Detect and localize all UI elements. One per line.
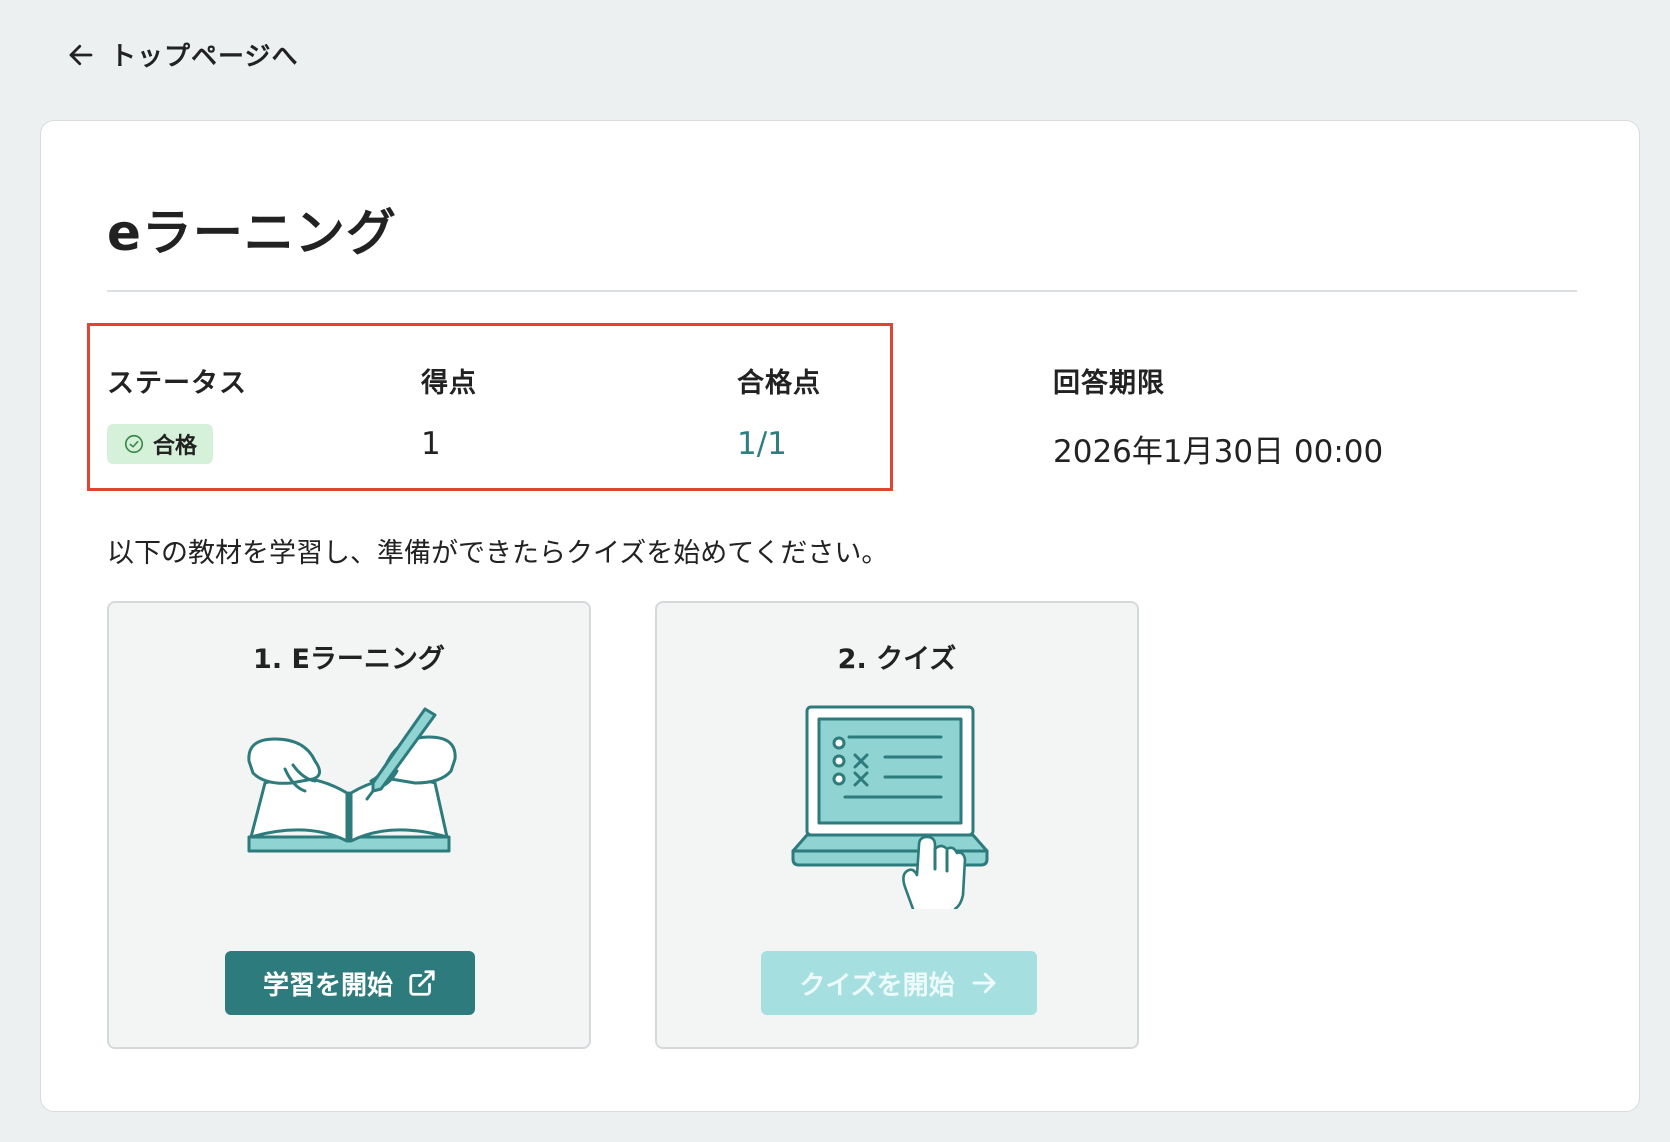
step-card-elearning: 1. Eラーニング 学習を開始 xyxy=(107,601,591,1049)
instruction-text: 以下の教材を学習し、準備ができたらクイズを始めてください。 xyxy=(107,538,889,569)
status-label: ステータス xyxy=(107,368,247,399)
check-circle-icon xyxy=(124,434,144,454)
start-learning-button[interactable]: 学習を開始 xyxy=(225,951,475,1015)
main-card: eラーニング ステータス 合格 得点 1 合格点 1/1 回答期限 2026年1… xyxy=(40,120,1640,1112)
score-value: 1 xyxy=(421,426,441,462)
start-learning-label: 学習を開始 xyxy=(262,970,393,1001)
deadline-column: 回答期限 2026年1月30日 00:00 xyxy=(1053,361,1383,471)
pass-mark-column: 合格点 1/1 xyxy=(737,361,821,462)
score-label: 得点 xyxy=(421,368,477,399)
external-link-icon xyxy=(409,970,435,996)
step-title-elearning: 1. Eラーニング xyxy=(253,644,445,675)
laptop-quiz-illustration xyxy=(657,699,1137,909)
start-quiz-button[interactable]: クイズを開始 xyxy=(761,951,1037,1015)
arrow-left-icon xyxy=(69,44,93,65)
back-to-top-link[interactable]: トップページへ xyxy=(66,36,298,73)
step-title-quiz: 2. クイズ xyxy=(837,644,957,675)
pass-mark-value: 1/1 xyxy=(737,426,787,462)
book-illustration xyxy=(109,699,589,879)
page: トップページへ eラーニング ステータス 合格 得点 1 合格点 1/1 回答期… xyxy=(0,0,1670,1142)
score-column: 得点 1 xyxy=(421,361,477,462)
arrow-right-icon xyxy=(972,972,996,994)
page-title: eラーニング xyxy=(107,204,397,262)
back-link-label: トップページへ xyxy=(110,42,299,72)
deadline-label: 回答期限 xyxy=(1053,368,1165,399)
start-quiz-label: クイズを開始 xyxy=(799,970,955,1001)
pass-mark-label: 合格点 xyxy=(737,368,821,399)
deadline-value: 2026年1月30日 00:00 xyxy=(1053,434,1384,470)
step-card-quiz: 2. クイズ クイズを開始 xyxy=(655,601,1139,1049)
status-column: ステータス 合格 xyxy=(107,361,247,464)
status-value: 合格 xyxy=(153,434,198,459)
title-divider xyxy=(107,290,1577,292)
status-badge: 合格 xyxy=(107,424,214,464)
